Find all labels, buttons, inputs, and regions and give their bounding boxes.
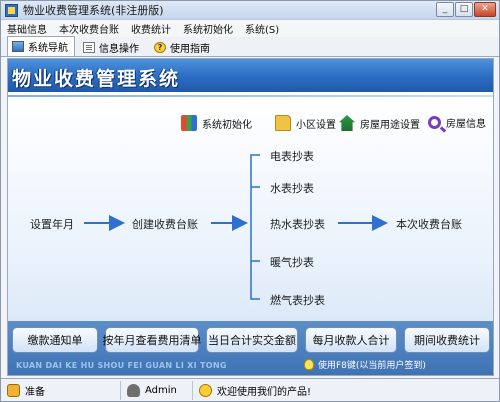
- status-ready: 准备: [1, 380, 121, 400]
- nav-panel: 物业收费管理系统 系统初始化 小区设置 房屋用途设置 房屋信息 设置年月 创建收…: [7, 58, 494, 376]
- payment-notice-button[interactable]: 缴款通知单: [12, 327, 98, 353]
- flow-node-electric-meter[interactable]: 电表抄表: [270, 148, 314, 164]
- close-button[interactable]: ✕: [474, 2, 496, 17]
- status-ready-label: 准备: [25, 386, 45, 398]
- menu-basic-info[interactable]: 基础信息: [1, 21, 53, 36]
- period-stats-button[interactable]: 期间收费统计: [404, 327, 490, 353]
- action-bar: 缴款通知单 按年月查看费用清单 当日合计实交金额 每月收款人合计 期间收费统计 …: [8, 321, 493, 375]
- flow-connectors: [84, 154, 388, 300]
- flow-node-hot-water-meter[interactable]: 热水表抄表: [270, 216, 325, 232]
- banner: 物业收费管理系统: [8, 59, 493, 92]
- flow-node-water-meter[interactable]: 水表抄表: [270, 180, 314, 196]
- minimize-button[interactable]: _: [436, 2, 454, 17]
- pinyin-caption: KUAN DAI KE HU SHOU FEI GUAN LI XI TONG: [16, 361, 227, 370]
- workflow-area: 系统初始化 小区设置 房屋用途设置 房屋信息 设置年月 创建收费台账 电表抄表 …: [8, 99, 493, 321]
- document-icon: [83, 42, 95, 53]
- app-icon: [5, 3, 18, 17]
- bulb-icon: [304, 359, 314, 370]
- monitor-icon: [12, 41, 24, 52]
- smiley-icon: [199, 383, 212, 397]
- window-controls: _ □ ✕: [436, 2, 496, 17]
- tip-text: 使用F8键(以当前用户签到): [304, 358, 426, 371]
- tab-bar: 系统导航 信息操作 ? 使用指南: [1, 36, 499, 57]
- monthly-collector-total-button[interactable]: 每月收款人合计: [305, 327, 397, 353]
- status-user-label: Admin: [145, 384, 177, 396]
- flow-node-set-period[interactable]: 设置年月: [30, 216, 74, 232]
- tab-info-ops[interactable]: 信息操作: [78, 38, 146, 56]
- tab-label: 系统导航: [28, 43, 68, 54]
- status-bar: 准备 Admin 欢迎使用我们的产品!: [1, 378, 499, 401]
- title-bar: 物业收费管理系统(非注册版) _ □ ✕: [1, 1, 499, 20]
- user-icon: [127, 383, 140, 397]
- flow-node-gas-meter[interactable]: 燃气表抄表: [270, 292, 325, 308]
- flow-node-heating-meter[interactable]: 暖气抄表: [270, 254, 314, 270]
- menu-system[interactable]: 系统(S): [239, 21, 285, 36]
- daily-total-button[interactable]: 当日合计实交金额: [206, 327, 298, 353]
- flow-node-current-ledger[interactable]: 本次收费台账: [396, 216, 462, 232]
- menu-system-init[interactable]: 系统初始化: [177, 21, 239, 36]
- status-message: 欢迎使用我们的产品!: [193, 381, 499, 400]
- tab-system-nav[interactable]: 系统导航: [7, 36, 75, 56]
- help-icon: ?: [154, 42, 166, 53]
- window-title: 物业收费管理系统(非注册版): [23, 4, 164, 17]
- flow-node-create-ledger[interactable]: 创建收费台账: [132, 216, 198, 232]
- maximize-button[interactable]: □: [455, 2, 473, 17]
- status-user: Admin: [121, 380, 193, 400]
- app-window: 物业收费管理系统(非注册版) _ □ ✕ 基础信息 本次收费台账 收费统计 系统…: [0, 0, 500, 402]
- tip-label: 使用F8键(以当前用户签到): [318, 361, 426, 371]
- ready-icon: [7, 383, 20, 397]
- menu-bar: 基础信息 本次收费台账 收费统计 系统初始化 系统(S): [1, 20, 499, 37]
- tab-user-guide[interactable]: ? 使用指南: [149, 38, 217, 56]
- banner-title: 物业收费管理系统: [12, 68, 181, 90]
- menu-current-ledger[interactable]: 本次收费台账: [53, 21, 125, 36]
- status-welcome-label: 欢迎使用我们的产品!: [217, 386, 312, 398]
- monthly-fee-list-button[interactable]: 按年月查看费用清单: [103, 327, 202, 353]
- tab-label: 信息操作: [99, 44, 139, 55]
- meter-bracket: [250, 154, 260, 300]
- tab-label: 使用指南: [170, 44, 210, 55]
- banner-divider: [8, 95, 493, 97]
- menu-fee-stats[interactable]: 收费统计: [125, 21, 177, 36]
